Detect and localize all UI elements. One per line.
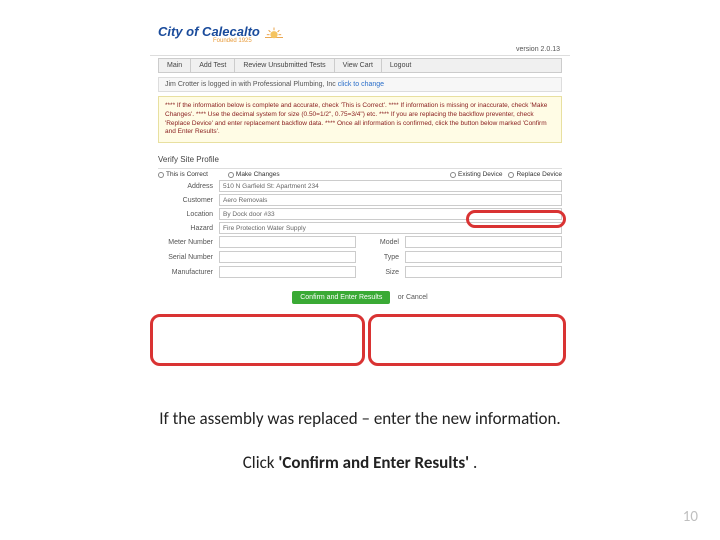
field-location: Location By Dock door #33 bbox=[158, 208, 562, 220]
app-screenshot: City of Calecalto Founded 1925 version 2… bbox=[150, 18, 570, 393]
radio-make-changes[interactable]: Make Changes bbox=[228, 171, 280, 178]
radio-existing[interactable]: Existing Device bbox=[450, 171, 502, 178]
caption-line-2: Click 'Confirm and Enter Results' . bbox=[0, 452, 720, 473]
sun-icon bbox=[265, 25, 283, 39]
field-customer: Customer Aero Removals bbox=[158, 194, 562, 206]
section-title: Verify Site Profile bbox=[158, 155, 562, 169]
radio-row: This is Correct Make Changes Existing De… bbox=[158, 171, 562, 178]
nav-review[interactable]: Review Unsubmitted Tests bbox=[235, 59, 334, 72]
size-input[interactable] bbox=[405, 266, 562, 278]
brand: City of Calecalto bbox=[158, 24, 562, 39]
brand-founded: Founded 1925 bbox=[213, 38, 562, 44]
radio-correct[interactable]: This is Correct bbox=[158, 171, 208, 178]
manufacturer-input[interactable] bbox=[219, 266, 356, 278]
main-nav: Main Add Test Review Unsubmitted Tests V… bbox=[158, 58, 562, 73]
cancel-link[interactable]: or Cancel bbox=[398, 294, 428, 301]
brand-name: City of Calecalto bbox=[158, 24, 260, 39]
meter-input[interactable] bbox=[219, 236, 356, 248]
login-text: Jim Crotter is logged in with Profession… bbox=[165, 81, 336, 88]
action-row: Confirm and Enter Results or Cancel bbox=[158, 286, 562, 304]
nav-logout[interactable]: Logout bbox=[382, 59, 419, 72]
version-text: version 2.0.13 bbox=[516, 46, 560, 53]
caption-line-1: If the assembly was replaced – enter the… bbox=[0, 408, 720, 429]
confirm-button[interactable]: Confirm and Enter Results bbox=[292, 291, 390, 304]
serial-input[interactable] bbox=[219, 251, 356, 263]
nav-main[interactable]: Main bbox=[159, 59, 191, 72]
model-input[interactable] bbox=[405, 236, 562, 248]
login-status: Jim Crotter is logged in with Profession… bbox=[158, 77, 562, 92]
field-address: Address 510 N Garfield St: Apartment 234 bbox=[158, 180, 562, 192]
device-fields: Meter Number Serial Number Manufacturer … bbox=[158, 236, 562, 278]
radio-replace[interactable]: Replace Device bbox=[508, 171, 562, 178]
field-hazard: Hazard Fire Protection Water Supply bbox=[158, 222, 562, 234]
nav-cart[interactable]: View Cart bbox=[335, 59, 382, 72]
type-input[interactable] bbox=[405, 251, 562, 263]
page-number: 10 bbox=[683, 508, 698, 526]
instruction-notice: **** If the information below is complet… bbox=[158, 96, 562, 143]
nav-add-test[interactable]: Add Test bbox=[191, 59, 235, 72]
hazard-input[interactable]: Fire Protection Water Supply bbox=[219, 222, 562, 234]
app-header: City of Calecalto Founded 1925 version 2… bbox=[150, 18, 570, 56]
change-login-link[interactable]: click to change bbox=[338, 81, 384, 88]
address-input[interactable]: 510 N Garfield St: Apartment 234 bbox=[219, 180, 562, 192]
customer-input[interactable]: Aero Removals bbox=[219, 194, 562, 206]
location-input[interactable]: By Dock door #33 bbox=[219, 208, 562, 220]
